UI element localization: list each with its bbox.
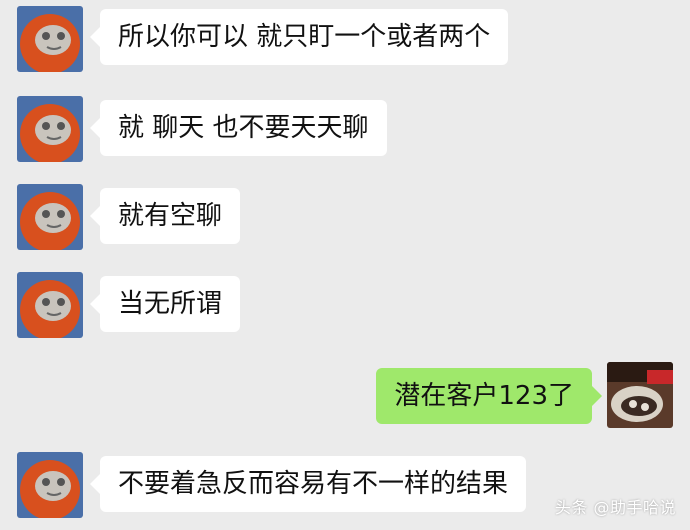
- red-robot-avatar-icon[interactable]: [17, 452, 83, 518]
- outgoing-bubble[interactable]: 潜在客户123了: [376, 368, 602, 424]
- incoming-bubble[interactable]: 当无所谓: [89, 276, 241, 332]
- incoming-bubble[interactable]: 不要着急反而容易有不一样的结果: [89, 456, 527, 512]
- red-robot-avatar-icon[interactable]: [17, 272, 83, 338]
- watermark: 头条 @助手哈说: [554, 498, 676, 517]
- red-robot-avatar-icon[interactable]: [17, 96, 83, 162]
- red-robot-avatar-icon[interactable]: [17, 184, 83, 250]
- incoming-bubble[interactable]: 就 聊天 也不要天天聊: [90, 100, 387, 156]
- dark-photo-avatar-icon[interactable]: [607, 362, 673, 428]
- incoming-bubble[interactable]: 就有空聊: [89, 188, 241, 244]
- red-robot-avatar-icon[interactable]: [17, 6, 83, 72]
- incoming-bubble[interactable]: 所以你可以 就只盯一个或者两个: [89, 9, 509, 65]
